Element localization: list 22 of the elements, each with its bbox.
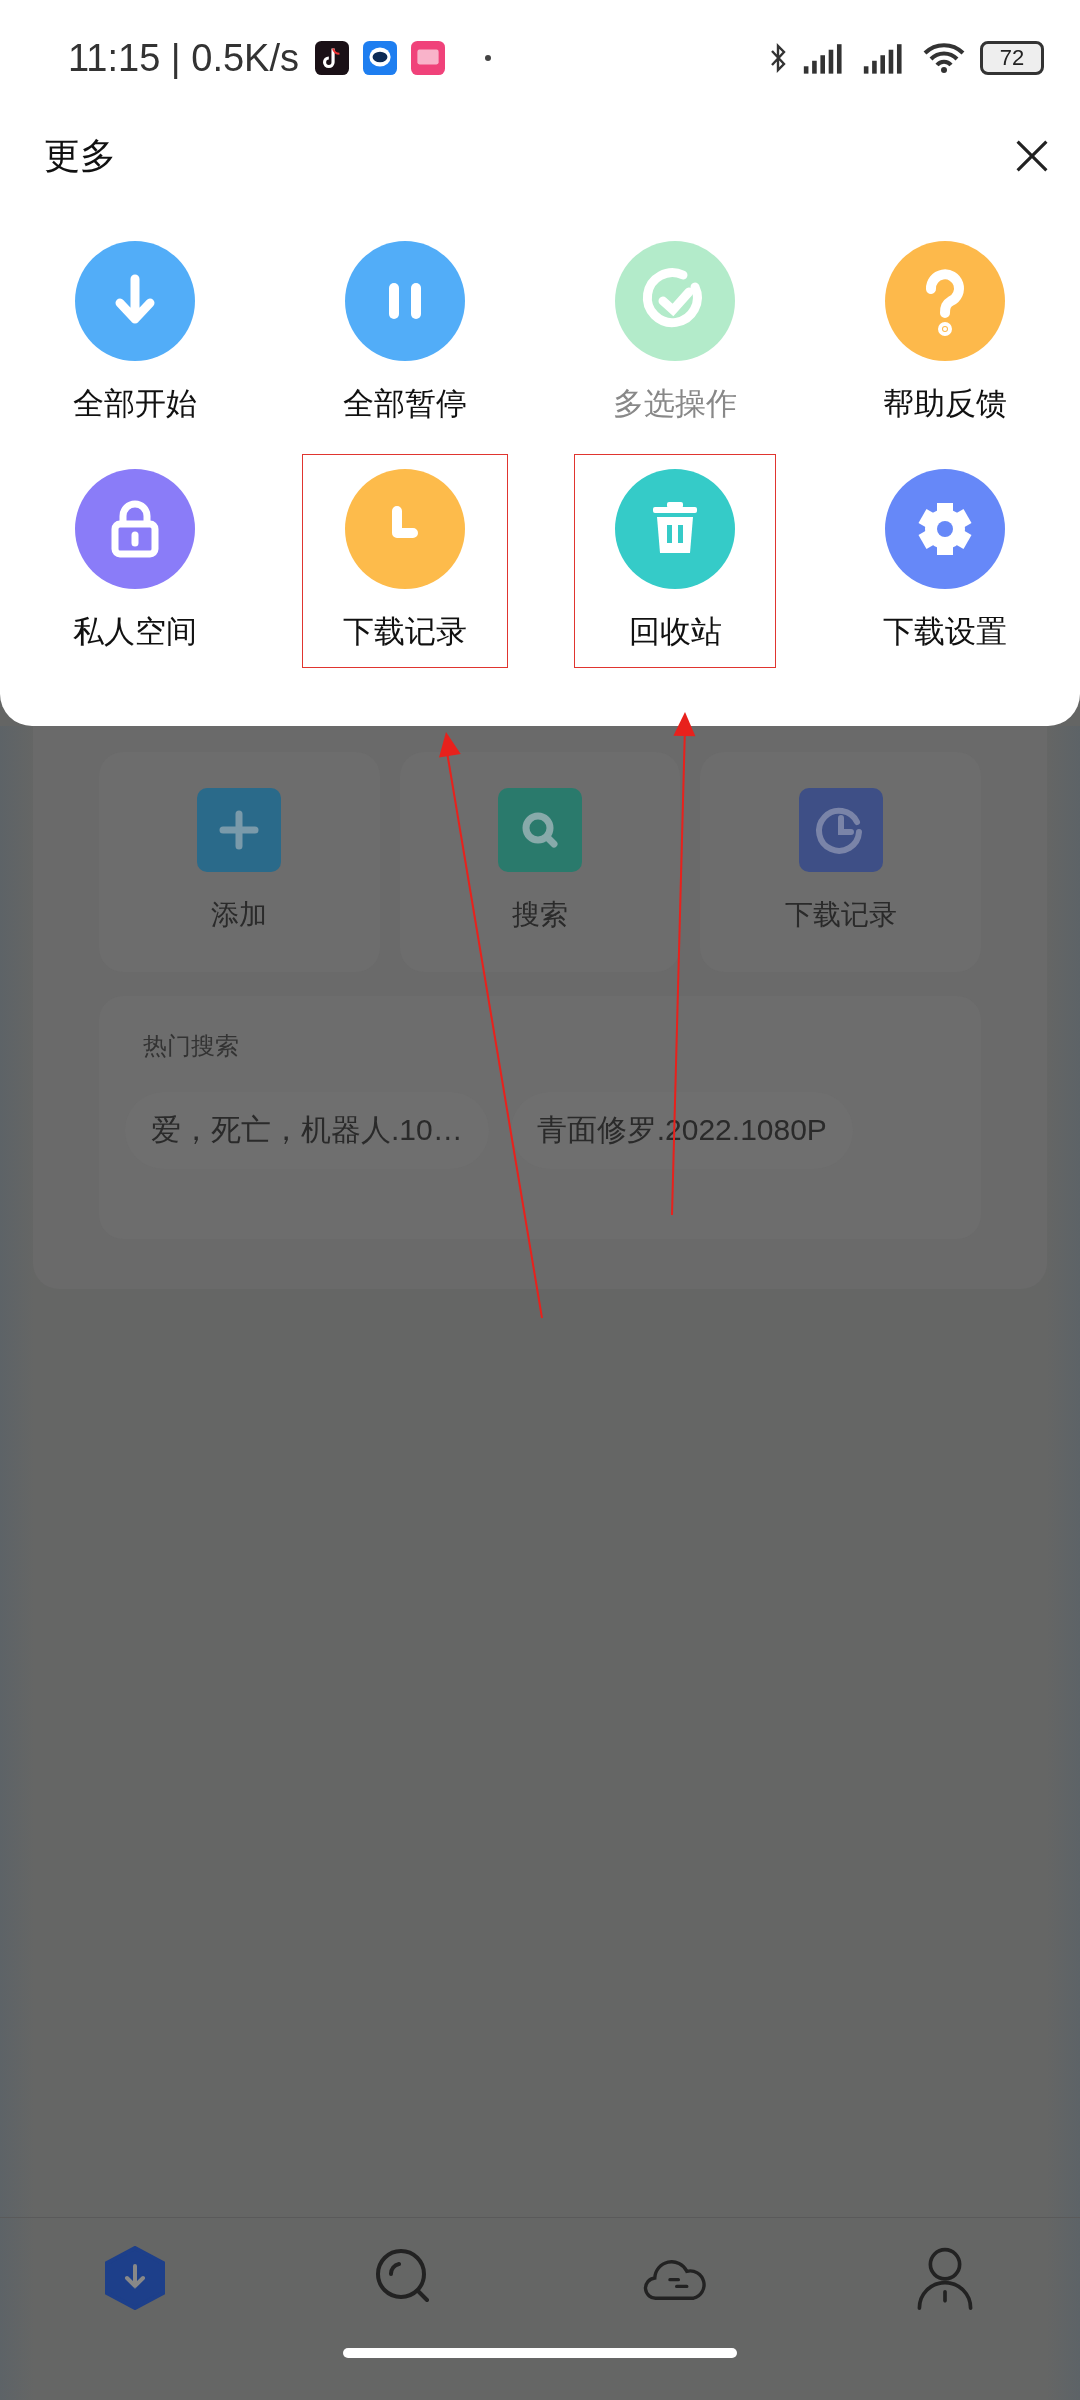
notification-dot xyxy=(485,55,491,61)
menu-item[interactable]: 下载设置 xyxy=(842,454,1048,668)
menu-item[interactable]: 私人空间 xyxy=(32,454,238,668)
menu-item[interactable]: 下载记录 xyxy=(302,454,508,668)
wifi-icon xyxy=(922,42,966,74)
download-icon xyxy=(103,2246,167,2310)
status-time: 11:15 | 0.5K/s xyxy=(68,36,299,80)
search-icon xyxy=(498,788,582,872)
hot-search-title: 热门搜索 xyxy=(143,1031,240,1061)
menu-item[interactable]: 帮助反馈 xyxy=(842,226,1048,440)
music-app-icon xyxy=(315,41,349,75)
sheet-title: 更多 xyxy=(44,133,116,178)
menu-item[interactable]: 全部开始 xyxy=(32,226,238,440)
menu-item[interactable]: 全部暂停 xyxy=(302,226,508,440)
plus-icon xyxy=(197,788,282,872)
bluetooth-icon xyxy=(768,42,788,74)
clock-icon xyxy=(798,788,883,872)
shop-app-icon xyxy=(411,41,445,75)
close-icon[interactable] xyxy=(1014,138,1050,174)
robot-app-icon xyxy=(363,41,397,75)
battery-level: 72 xyxy=(980,41,1044,75)
menu-item[interactable]: 回收站 xyxy=(574,454,776,668)
